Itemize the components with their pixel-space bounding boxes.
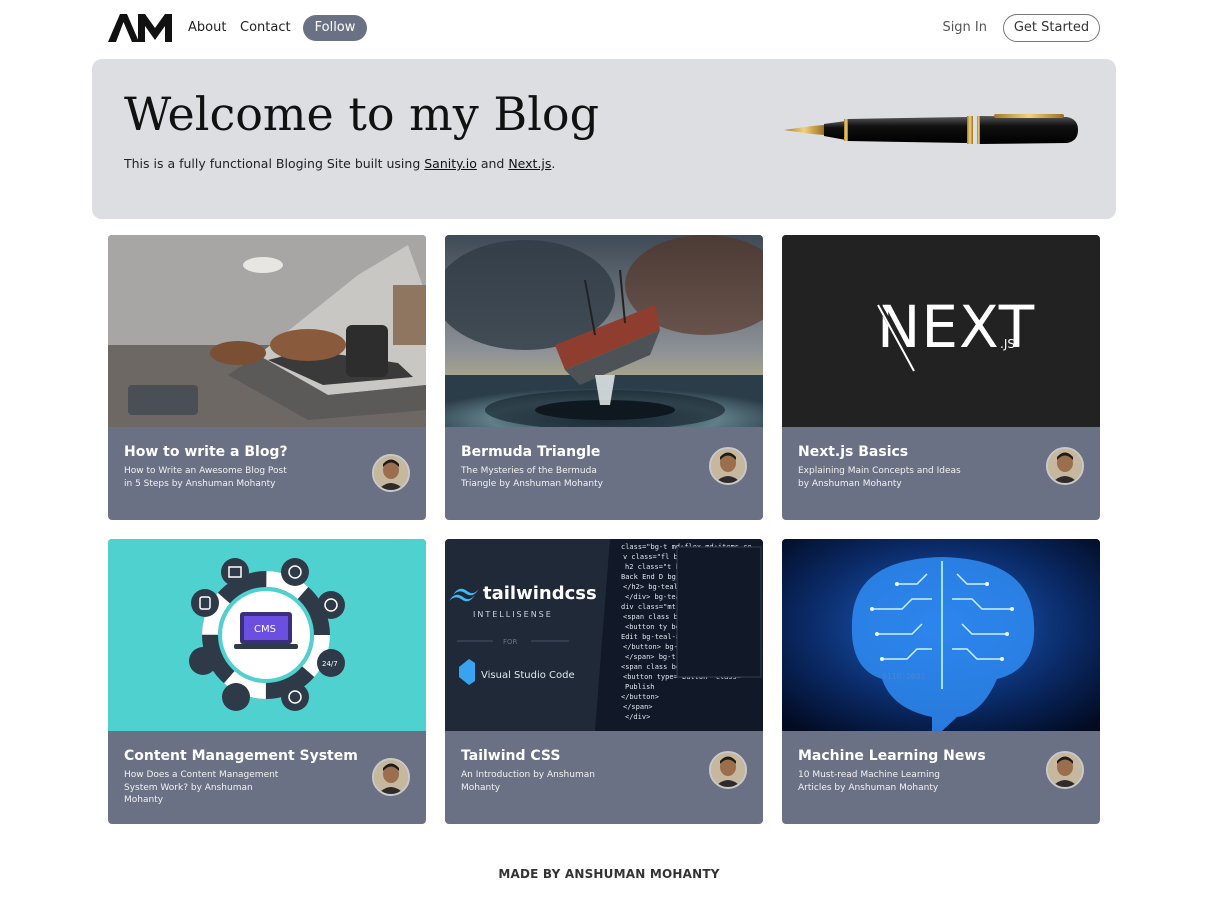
follow-button[interactable]: Follow (303, 15, 367, 41)
nav-about-link[interactable]: About (188, 20, 226, 35)
vscode-text: Visual Studio Code (481, 670, 575, 681)
nextjs-logo-subtext: .JS (1000, 337, 1015, 351)
binary-text: 0110 1001 (882, 672, 926, 681)
post-description: How to Write an Awesome Blog Post in 5 S… (124, 466, 287, 489)
hero-subtitle-prefix: This is a fully functional Bloging Site … (124, 156, 425, 171)
nav-contact-link[interactable]: Contact (240, 20, 291, 35)
post-title: Next.js Basics (798, 444, 909, 460)
post-title: Tailwind CSS (461, 748, 561, 764)
nextjs-logo-image: NEXT .JS (782, 235, 1100, 427)
fountain-pen-image (784, 114, 1078, 144)
post-description: How Does a Content Management System Wor… (124, 770, 279, 805)
ship-whirlpool-image (445, 235, 763, 427)
for-text: FOR (503, 638, 518, 646)
post-description: An Introduction by Anshuman Mohanty (461, 770, 595, 793)
code-line: </span> (623, 703, 653, 711)
author-avatar (1046, 751, 1084, 789)
tailwind-logo-text: tailwindcss (483, 583, 597, 604)
post-card[interactable]: 0110 1001 Machine Learning News 10 Must-… (782, 539, 1100, 824)
author-avatar (709, 447, 747, 485)
site-header: About Contact Follow Sign In Get Started (108, 10, 1100, 46)
nextjs-link[interactable]: Next.js (508, 156, 551, 171)
author-avatar (372, 758, 410, 796)
laptop-typing-image (108, 235, 426, 427)
post-card[interactable]: NEXT .JS Next.js Basics Explaining Main … (782, 235, 1100, 520)
intellisense-text: INTELLISENSE (473, 610, 553, 619)
post-title: Content Management System (124, 748, 358, 764)
cms-badge: 24/7 (322, 660, 338, 668)
ai-brain-image: 0110 1001 (782, 539, 1100, 731)
tailwind-intellisense-image: tailwindcss INTELLISENSE FOR Visual Stud… (445, 539, 763, 731)
post-description: Explaining Main Concepts and Ideas by An… (798, 466, 961, 489)
hero-subtitle-suffix: . (551, 156, 556, 171)
post-title: How to write a Blog? (124, 444, 288, 460)
cms-diagram-image: CMS 24/7 (108, 539, 426, 731)
post-title: Bermuda Triangle (461, 444, 601, 460)
hero-banner: Welcome to my Blog This is a fully funct… (92, 59, 1116, 219)
post-card[interactable]: CMS 24/7 Content Management System How D… (108, 539, 426, 824)
sign-in-link[interactable]: Sign In (942, 20, 987, 35)
post-card[interactable]: How to write a Blog? How to Write an Awe… (108, 235, 426, 520)
hero-subtitle-middle: and (476, 156, 509, 171)
get-started-button[interactable]: Get Started (1003, 14, 1100, 42)
cms-label: CMS (254, 624, 276, 635)
footer-credit: MADE BY ANSHUMAN MOHANTY (498, 867, 720, 881)
author-avatar (372, 454, 410, 492)
post-title: Machine Learning News (798, 748, 986, 764)
hero-title: Welcome to my Blog (124, 87, 600, 141)
code-line: Publish (625, 683, 655, 691)
author-avatar (709, 751, 747, 789)
code-line: </button> (621, 693, 659, 701)
author-avatar (1046, 447, 1084, 485)
post-description: 10 Must-read Machine Learning Articles b… (798, 770, 940, 793)
code-line: </div> (625, 713, 650, 721)
post-description: The Mysteries of the Bermuda Triangle by… (461, 466, 603, 489)
post-card[interactable]: tailwindcss INTELLISENSE FOR Visual Stud… (445, 539, 763, 824)
hero-subtitle: This is a fully functional Bloging Site … (124, 156, 555, 171)
site-logo[interactable] (108, 12, 172, 44)
post-card[interactable]: Bermuda Triangle The Mysteries of the Be… (445, 235, 763, 520)
sanity-link[interactable]: Sanity.io (424, 156, 477, 171)
